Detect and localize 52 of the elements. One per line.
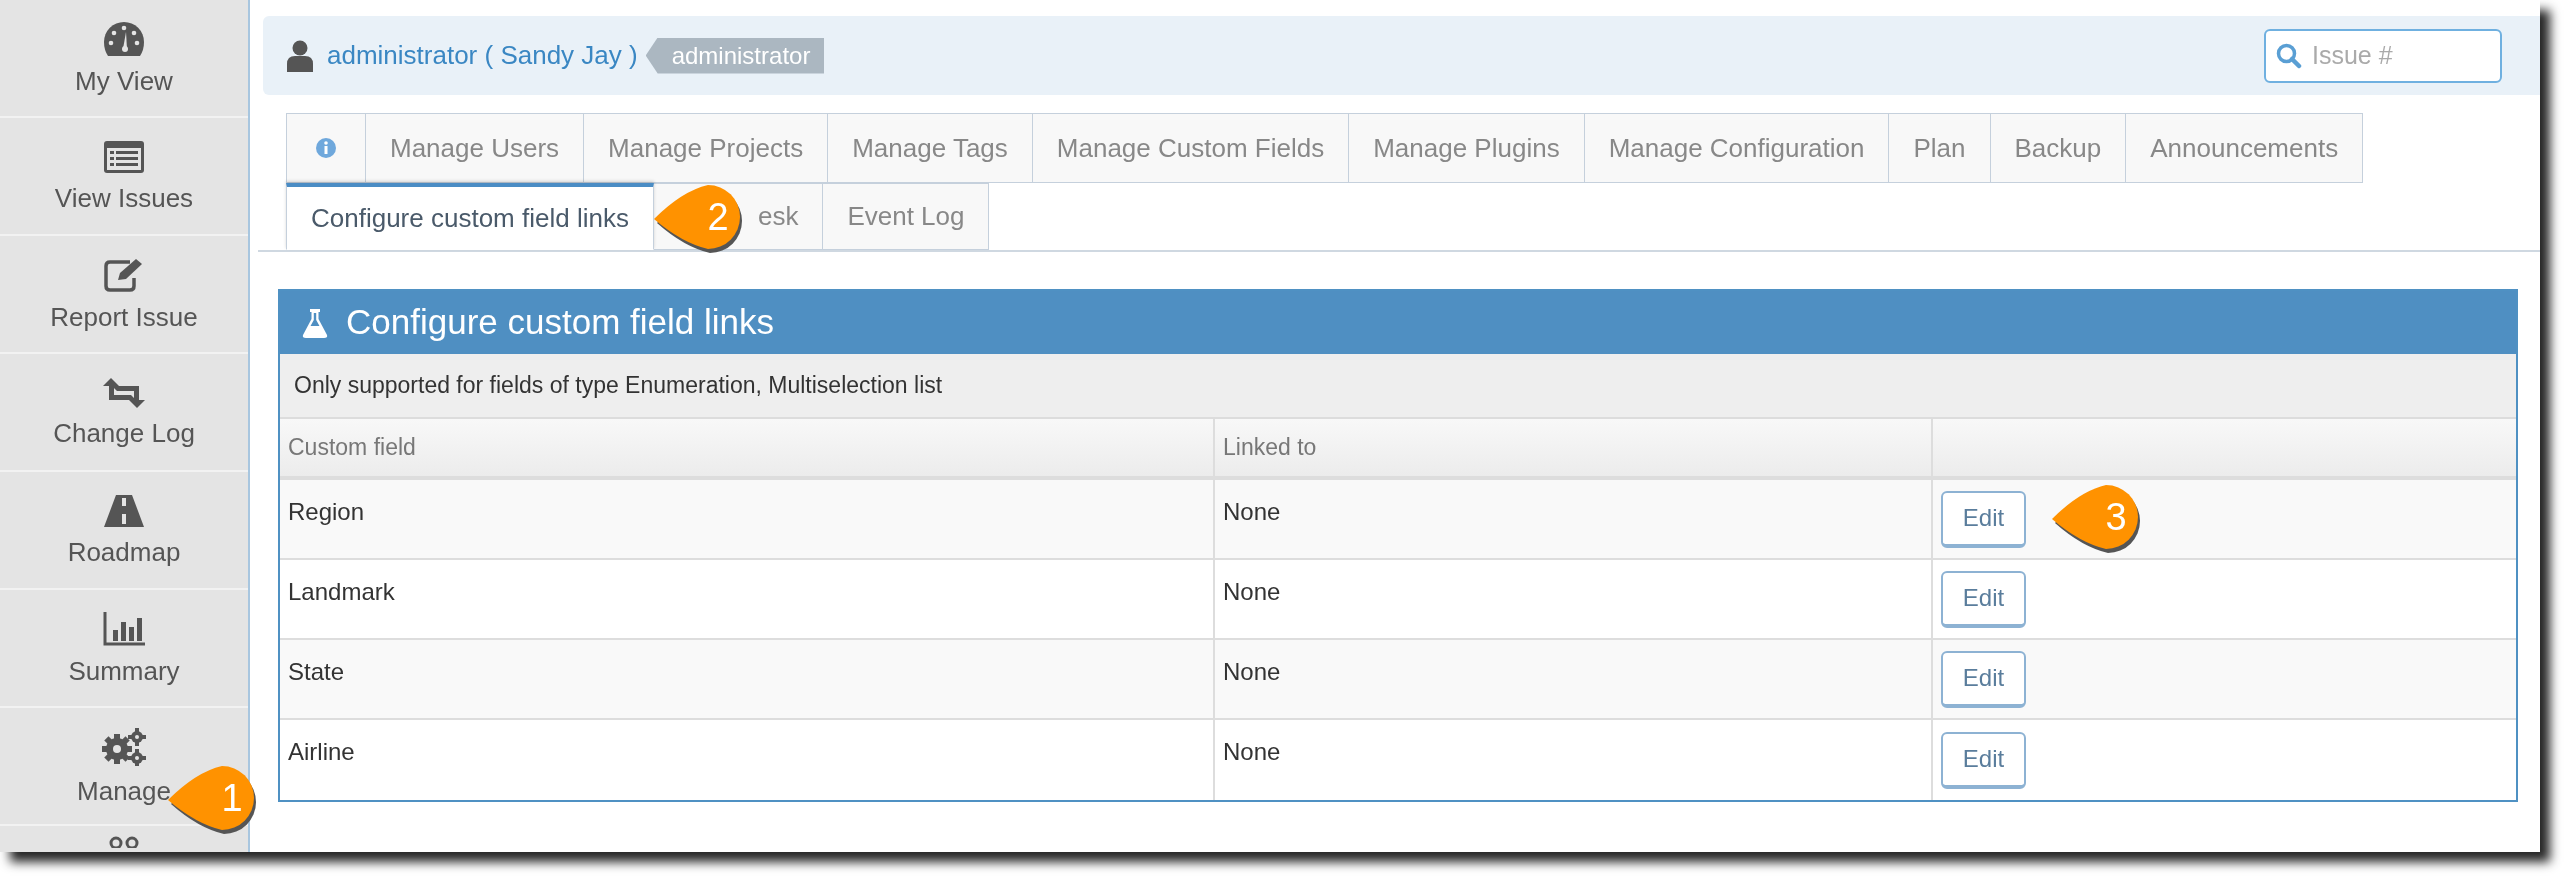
flask-icon <box>302 307 328 338</box>
tab[interactable]: Manage Configuration <box>1584 113 1890 183</box>
tab[interactable]: Announcements <box>2126 113 2364 183</box>
user-link[interactable]: administrator ( Sandy Jay ) <box>327 36 638 75</box>
edit-button[interactable]: Edit <box>1941 490 2026 548</box>
edit-button[interactable]: Edit <box>1941 731 2026 789</box>
table-cell: Landmark <box>288 578 395 605</box>
info-tab[interactable] <box>286 113 366 183</box>
user-icon <box>287 39 313 72</box>
edit-icon <box>104 258 144 292</box>
tab[interactable]: Event Log <box>823 183 990 250</box>
search-field[interactable]: Issue # <box>2264 28 2502 83</box>
tab[interactable]: Configure custom field links <box>286 183 654 250</box>
sidebar-item[interactable]: Summary <box>0 590 248 708</box>
table-cell: None <box>1223 738 1281 765</box>
tab[interactable]: Manage Plugins <box>1349 113 1585 183</box>
column-header: Custom field <box>288 433 416 463</box>
sidebar-item[interactable]: Change Log <box>0 354 248 472</box>
step-number: 1 <box>220 776 244 820</box>
step-number: 2 <box>706 195 730 239</box>
table-cell: None <box>1223 498 1281 525</box>
gears-icon <box>102 728 146 766</box>
tab[interactable]: Plan <box>1889 113 1991 183</box>
tab[interactable]: Manage Custom Fields <box>1032 113 1350 183</box>
column-header: Linked to <box>1223 433 1317 463</box>
table-cell: State <box>288 658 345 685</box>
table-cell: Airline <box>288 738 355 765</box>
users-icon <box>107 836 141 848</box>
info-icon <box>316 138 336 158</box>
sidebar-item[interactable]: Roadmap <box>0 472 248 590</box>
search-icon <box>2276 42 2302 69</box>
sidebar-item[interactable]: Report Issue <box>0 236 248 354</box>
bar-chart-icon <box>103 612 145 646</box>
gauge-icon <box>104 22 144 56</box>
panel-note: Only supported for fields of type Enumeration, Multiselection list <box>294 371 943 401</box>
panel-title: Configure custom field links <box>346 301 774 344</box>
sidebar-item[interactable]: My View <box>0 0 248 118</box>
table-cell: Region <box>288 498 365 525</box>
edit-button[interactable]: Edit <box>1941 570 2026 628</box>
swap-arrows-icon <box>103 378 145 408</box>
sidebar-item[interactable]: View Issues <box>0 118 248 236</box>
tab[interactable]: Manage Users <box>366 113 585 183</box>
tab[interactable]: Manage Tags <box>828 113 1033 183</box>
table-cell: None <box>1223 578 1281 605</box>
road-icon <box>104 495 144 527</box>
role-label: administrator <box>645 37 825 74</box>
list-icon <box>104 141 144 173</box>
step-number: 3 <box>2104 495 2128 539</box>
tab[interactable]: Backup <box>1990 113 2127 183</box>
edit-button[interactable]: Edit <box>1941 650 2026 708</box>
tab[interactable]: Manage Projects <box>584 113 829 183</box>
table-cell: None <box>1223 658 1281 685</box>
